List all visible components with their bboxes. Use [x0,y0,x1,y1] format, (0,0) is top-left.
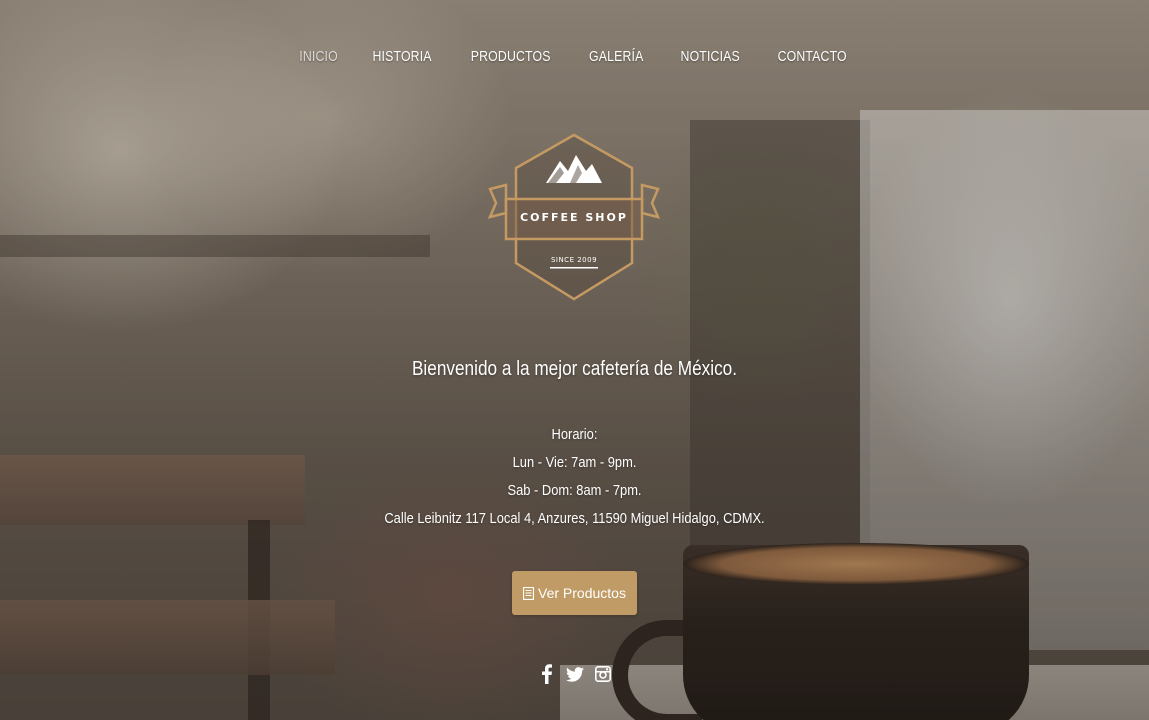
nav-item-galeria[interactable]: GALERÍA [579,48,653,65]
nav-item-noticias[interactable]: NOTICIAS [670,48,749,65]
address: Calle Leibnitz 117 Local 4, Anzures, 115… [384,510,765,527]
logo-since: SINCE 2009 [550,256,598,264]
document-icon [522,586,535,600]
ver-productos-label: Ver Productos [538,585,626,601]
social-links [0,662,1149,686]
ver-productos-button[interactable]: Ver Productos [512,571,637,615]
facebook-icon[interactable] [538,662,556,686]
main-nav: INICIO HISTORIA PRODUCTOS GALERÍA NOTICI… [0,48,1149,65]
coffee-shop-logo: COFFEE SHOP SINCE 2009 [486,131,662,303]
logo-title: COFFEE SHOP [520,211,628,224]
welcome-heading: Bienvenido a la mejor cafetería de Méxic… [411,358,738,380]
instagram-icon[interactable] [594,662,612,686]
opening-hours: Horario: Lun - Vie: 7am - 9pm. Sab - Dom… [80,421,1068,533]
hours-weekend: Sab - Dom: 8am - 7pm. [507,482,642,499]
hours-weekdays: Lun - Vie: 7am - 9pm. [512,454,637,471]
nav-item-historia[interactable]: HISTORIA [362,48,441,65]
nav-item-contacto[interactable]: CONTACTO [768,48,857,65]
twitter-icon[interactable] [565,662,584,686]
nav-item-productos[interactable]: PRODUCTOS [461,48,561,65]
hours-title: Horario: [551,426,598,443]
nav-item-inicio[interactable]: INICIO [289,48,347,65]
